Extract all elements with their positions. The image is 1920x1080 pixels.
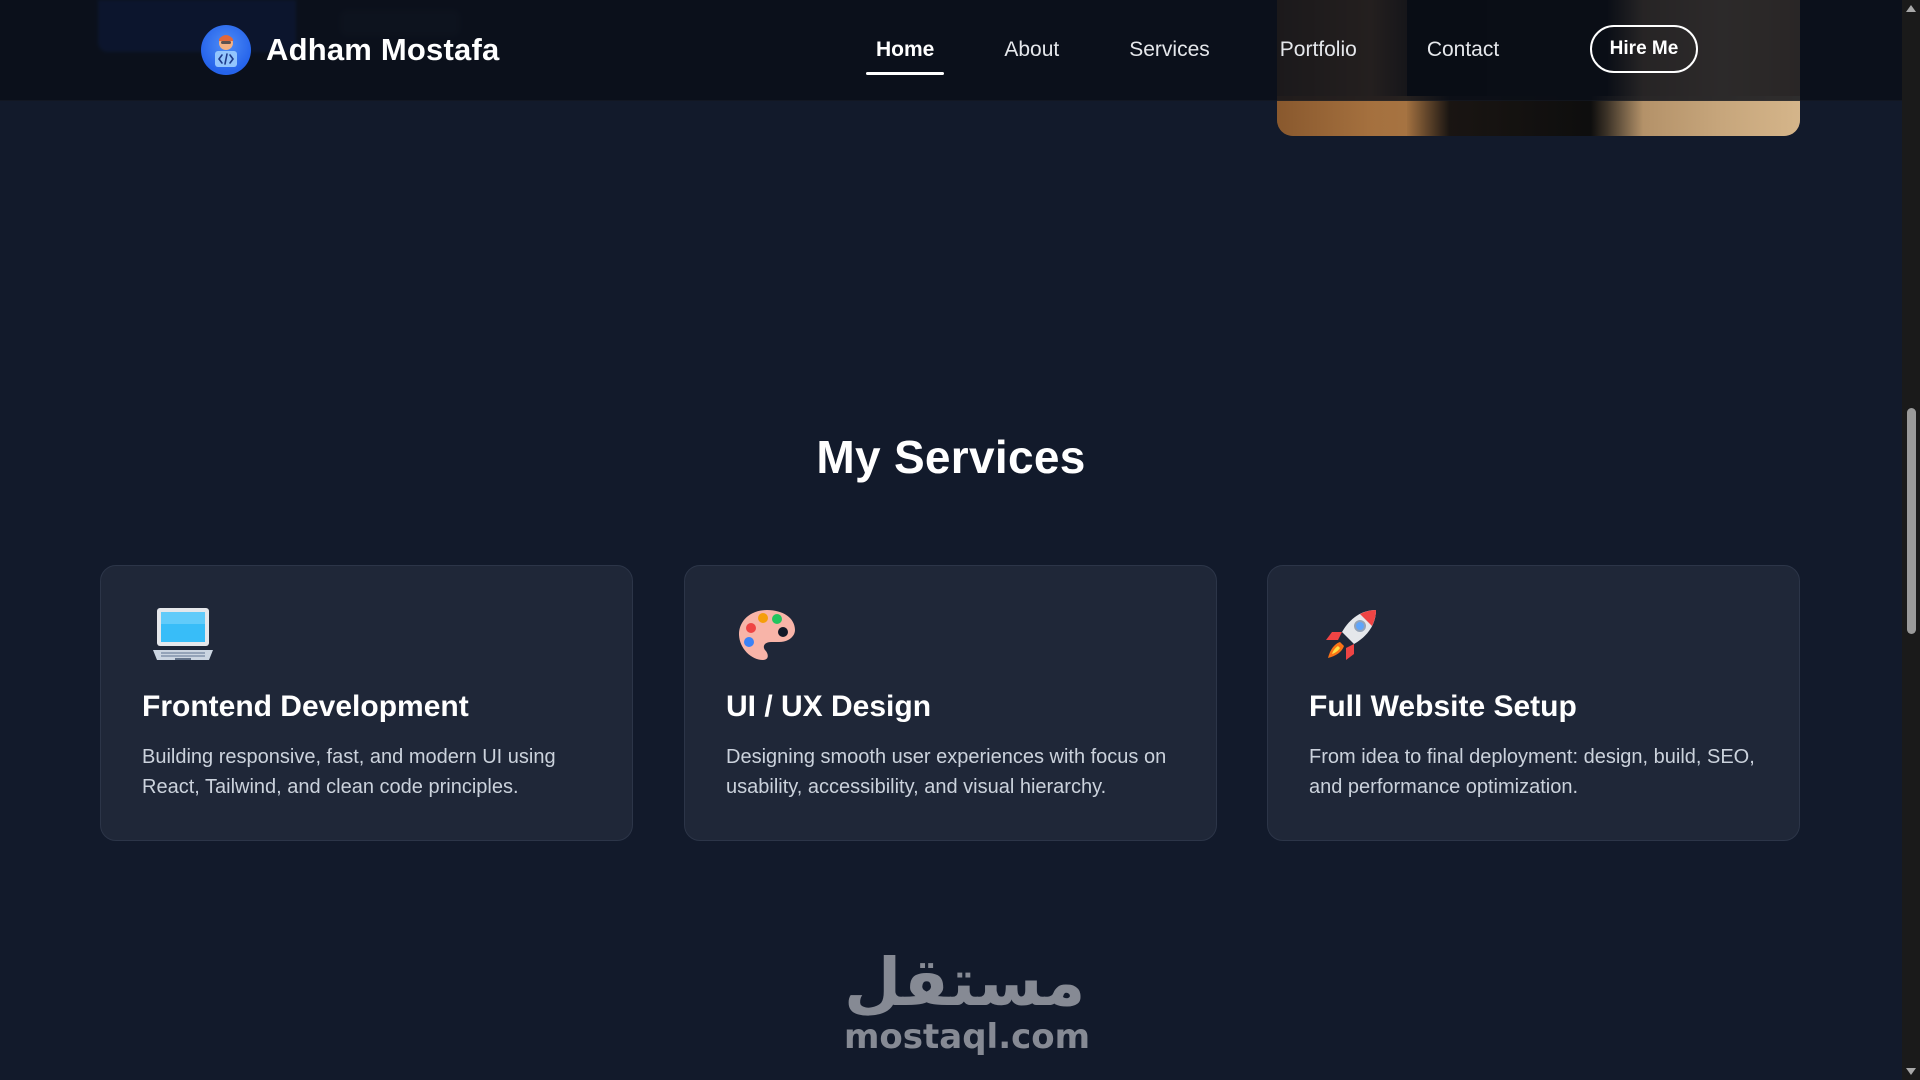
developer-avatar-icon: [201, 25, 251, 75]
mostaql-watermark: مستقل mostaql.com: [844, 944, 1091, 1060]
service-card-uiux: UI / UX Design Designing smooth user exp…: [684, 565, 1217, 841]
watermark-arabic: مستقل: [844, 944, 1086, 1021]
laptop-icon: [151, 604, 215, 668]
nav-about[interactable]: About: [1004, 0, 1059, 100]
service-card-full-website: Full Website Setup From idea to final de…: [1267, 565, 1800, 841]
main-nav: Home About Services Portfolio Contact: [865, 0, 1569, 100]
rocket-icon: [1318, 604, 1382, 668]
brand[interactable]: Adham Mostafa: [201, 25, 499, 75]
services-title: My Services: [816, 431, 1086, 483]
hire-me-button[interactable]: Hire Me: [1590, 25, 1698, 73]
navbar: Adham Mostafa Home About Services Portfo…: [0, 0, 1902, 101]
brand-name: Adham Mostafa: [266, 32, 500, 67]
vertical-scrollbar[interactable]: [1902, 0, 1920, 1080]
nav-portfolio[interactable]: Portfolio: [1280, 0, 1357, 100]
palette-icon: [735, 604, 799, 668]
watermark-latin: mostaql.com: [844, 1017, 1091, 1057]
nav-home[interactable]: Home: [865, 0, 945, 100]
service-description: Designing smooth user experiences with f…: [726, 746, 1167, 798]
scroll-up-arrow-icon[interactable]: [1906, 5, 1916, 12]
service-description: From idea to final deployment: design, b…: [1309, 746, 1755, 798]
page: Adham Mostafa Home About Services Portfo…: [0, 0, 1920, 1080]
scroll-thumb[interactable]: [1907, 408, 1916, 634]
service-title: UI / UX Design: [726, 690, 932, 723]
nav-contact[interactable]: Contact: [1427, 0, 1499, 100]
scroll-down-arrow-icon[interactable]: [1906, 1068, 1916, 1075]
service-title: Frontend Development: [142, 690, 469, 723]
service-description: Building responsive, fast, and modern UI…: [142, 746, 556, 798]
service-title: Full Website Setup: [1309, 690, 1577, 723]
service-card-frontend: Frontend Development Building responsive…: [100, 565, 633, 841]
nav-services[interactable]: Services: [1129, 0, 1210, 100]
